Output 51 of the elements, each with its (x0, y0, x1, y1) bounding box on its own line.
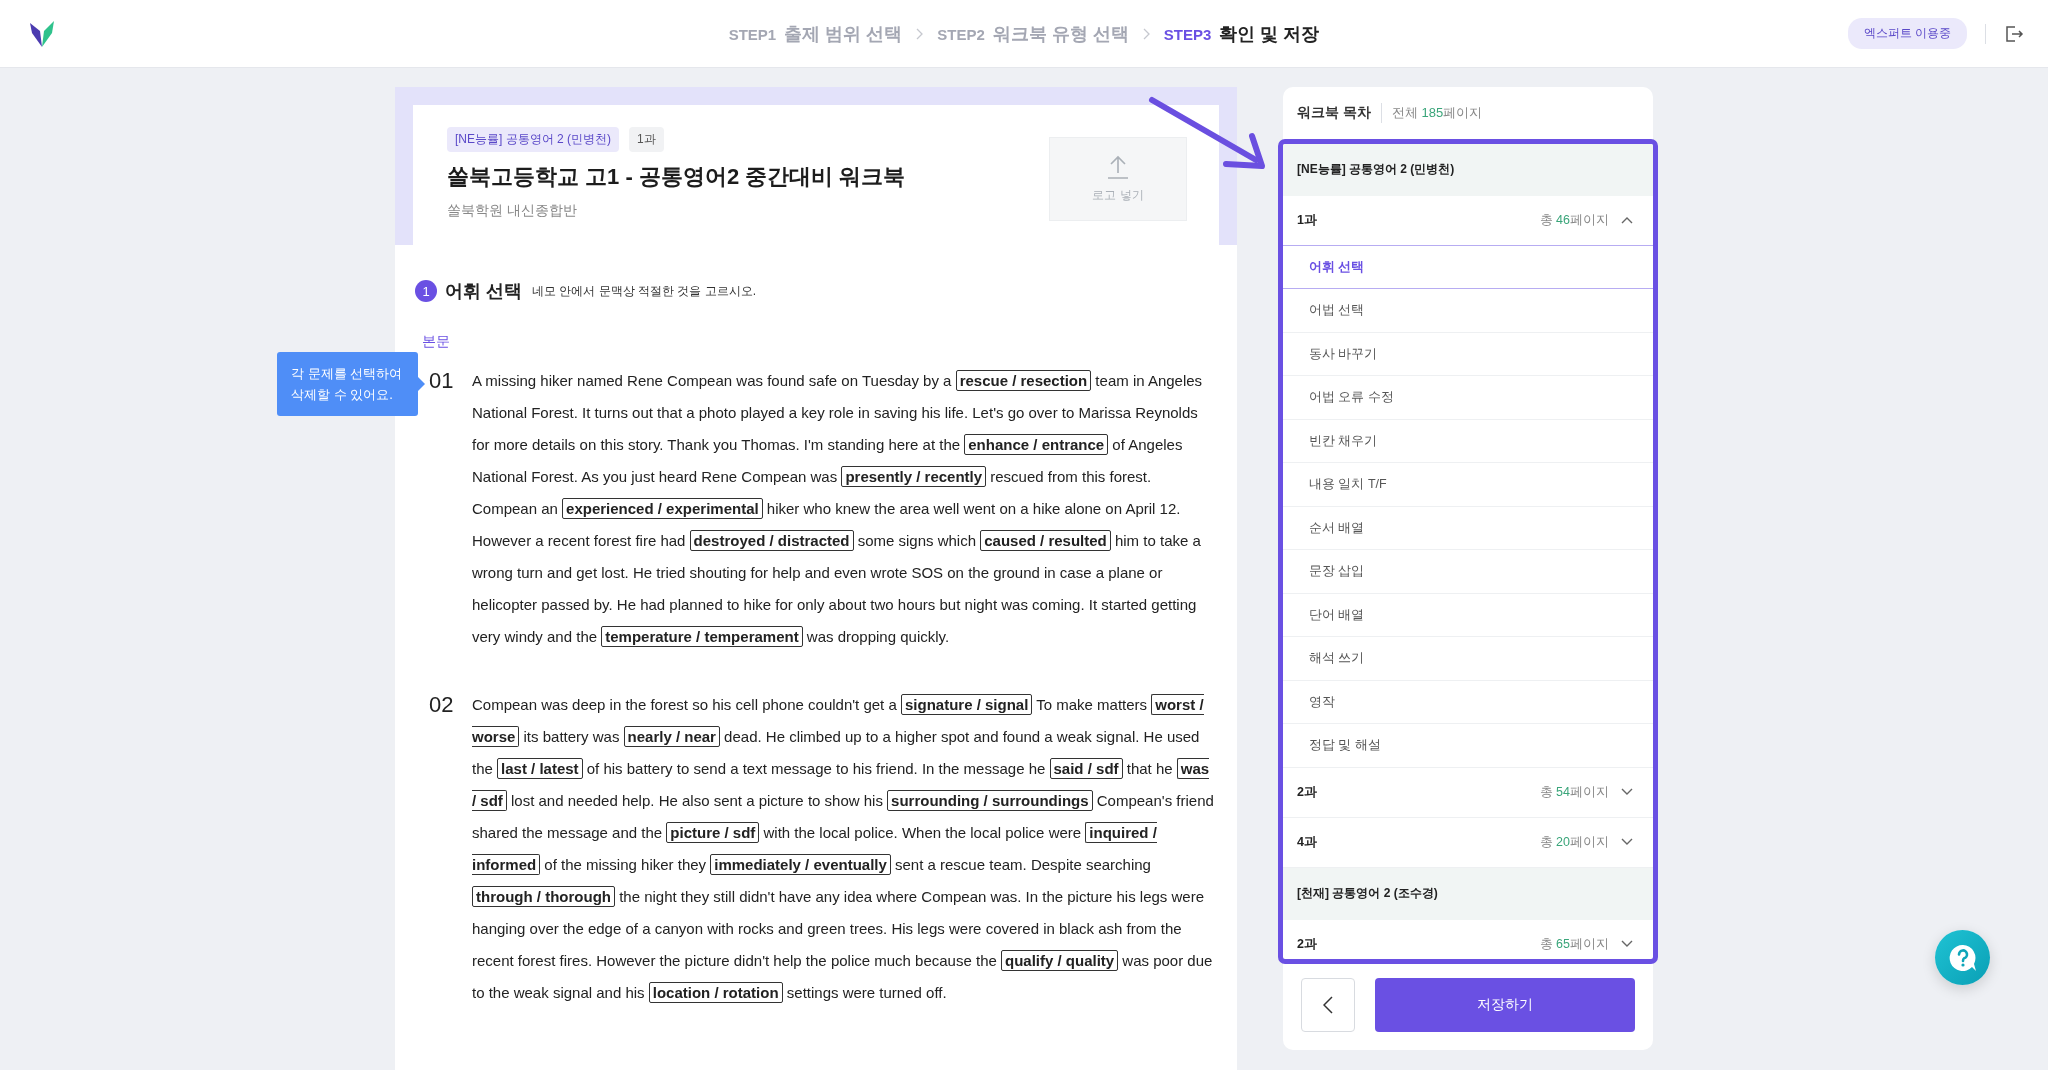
toc-item[interactable]: 동사 바꾸기 (1283, 332, 1653, 377)
passage-text[interactable]: A missing hiker named Rene Compean was found safe on Tuesday by a rescue / resection team in Angeles National Forest. It turns out that a photo played a key role in saving his life. Let's go over to Marissa Reynolds for more details on this story. Thank you Thomas. I'm standing here at the enhance / entrance of Angeles National Forest. As you just heard Rene Compean was presently / recently rescued from this forest. Compean an experienced / experimental hiker who knew the area well went on a hike alone on April 12. However a recent forest fire had destroyed / distracted some signs which caused / resulted him to take a wrong turn and get lost. He tried shouting for help and even wrote SOS on the ground in case a plane or helicopter passed by. He had planned to hike for only about two hours but night was coming. It started getting very windy and the temperature / temperament was dropping quickly. (472, 365, 1215, 653)
toc-item[interactable]: 어법 오류 수정 (1283, 376, 1653, 420)
question-number: 02 (429, 691, 455, 719)
class-name: 쏠북학원 내신종합반 (447, 202, 578, 220)
lesson-row[interactable]: 4과 총 20페이지 (1283, 817, 1653, 868)
chevron-down-icon (1621, 940, 1633, 949)
tag: 1과 (629, 127, 664, 152)
toc-item[interactable]: 빈칸 채우기 (1283, 419, 1653, 464)
chevron-down-icon (1621, 788, 1633, 797)
lesson-row[interactable]: 2과 총 54페이지 (1283, 767, 1653, 818)
passage-text[interactable]: Compean was deep in the forest so his cell phone couldn't get a signature / signal To make matters worst / worse its battery was nearly / near dead. He climbed up to a higher spot and found a weak signal. He used the last / latest of his battery to send a text message to his friend. In the message he said / sdf that he was / sdf lost and needed help. He also sent a picture to show his surrounding / surroundings Compean's friend shared the message and the picture / sdf with the local police. When the local police were inquired / informed of the missing hiker they immediately / eventually sent a rescue team. Despite searching through / thorough the night they still didn't have any idea where Compean was. In the picture his legs were hanging over the edge of a canyon with rocks and green trees. His legs were covered in black ash from the recent forest fires. However the picture didn't help the police much because the qualify / quality was poor due to the weak signal and his location / rotation settings were turned off. (472, 689, 1215, 1009)
workbook-title: 쏠북고등학교 고1 - 공통영어2 중간대비 워크북 (447, 163, 907, 191)
step-indicator: STEP1 출제 범위 선택 (728, 22, 903, 46)
chevron-right-icon (916, 27, 924, 40)
lesson-row[interactable]: 2과 총 65페이지 (1283, 919, 1653, 959)
passage-label: 본문 (421, 332, 451, 351)
tooltip-pointer (418, 377, 425, 391)
section-instruction: 네모 안에서 문맥상 적절한 것을 고르시오. (532, 282, 757, 300)
plan-badge: 엑스퍼트 이용중 (1847, 18, 1967, 49)
tag: [NE능률] 공통영어 2 (민병천) (447, 127, 619, 152)
tooltip: 각 문제를 선택하여 삭제할 수 있어요. (277, 352, 418, 416)
logo-icon (30, 20, 54, 47)
chevron-down-icon (1621, 838, 1633, 847)
question-number: 01 (429, 367, 455, 395)
toc-item[interactable]: 정답 및 해설 (1283, 724, 1653, 768)
textbook-header: [NE능률] 공통영어 2 (민병천) (1283, 143, 1653, 196)
toc-item[interactable]: 어법 선택 (1283, 289, 1653, 333)
upload-icon (1107, 154, 1129, 179)
total-pages: 전체 185페이지 (1391, 103, 1483, 122)
toc-item[interactable]: 단어 배열 (1283, 593, 1653, 638)
help-button[interactable] (1935, 930, 1990, 985)
toc-item[interactable]: 영작 (1283, 680, 1653, 725)
toc-item[interactable]: 해석 쓰기 (1283, 637, 1653, 681)
step-indicator: STEP3 확인 및 저장 (1163, 22, 1320, 46)
textbook-header: [천재] 공통영어 2 (조수경) (1283, 867, 1653, 920)
section-number: 1 (415, 280, 437, 302)
chevron-left-icon (1323, 996, 1333, 1014)
toc-item[interactable]: 문장 삽입 (1283, 550, 1653, 594)
lesson-row[interactable]: 1과 총 46페이지 (1283, 195, 1653, 246)
toc-item[interactable]: 순서 배열 (1283, 506, 1653, 551)
toc-title: 워크북 목차 (1297, 103, 1371, 122)
step-indicator: STEP2 워크북 유형 선택 (937, 22, 1129, 46)
toc-item[interactable]: 어휘 선택 (1283, 245, 1653, 290)
chevron-right-icon (1142, 27, 1150, 40)
exit-icon[interactable] (2004, 23, 2024, 44)
question-bubble-icon (1947, 942, 1978, 973)
section-title: 어휘 선택 (445, 280, 522, 303)
save-button[interactable]: 저장하기 (1375, 978, 1635, 1032)
toc-item[interactable]: 내용 일치 T/F (1283, 463, 1653, 507)
chevron-up-icon (1621, 216, 1633, 225)
